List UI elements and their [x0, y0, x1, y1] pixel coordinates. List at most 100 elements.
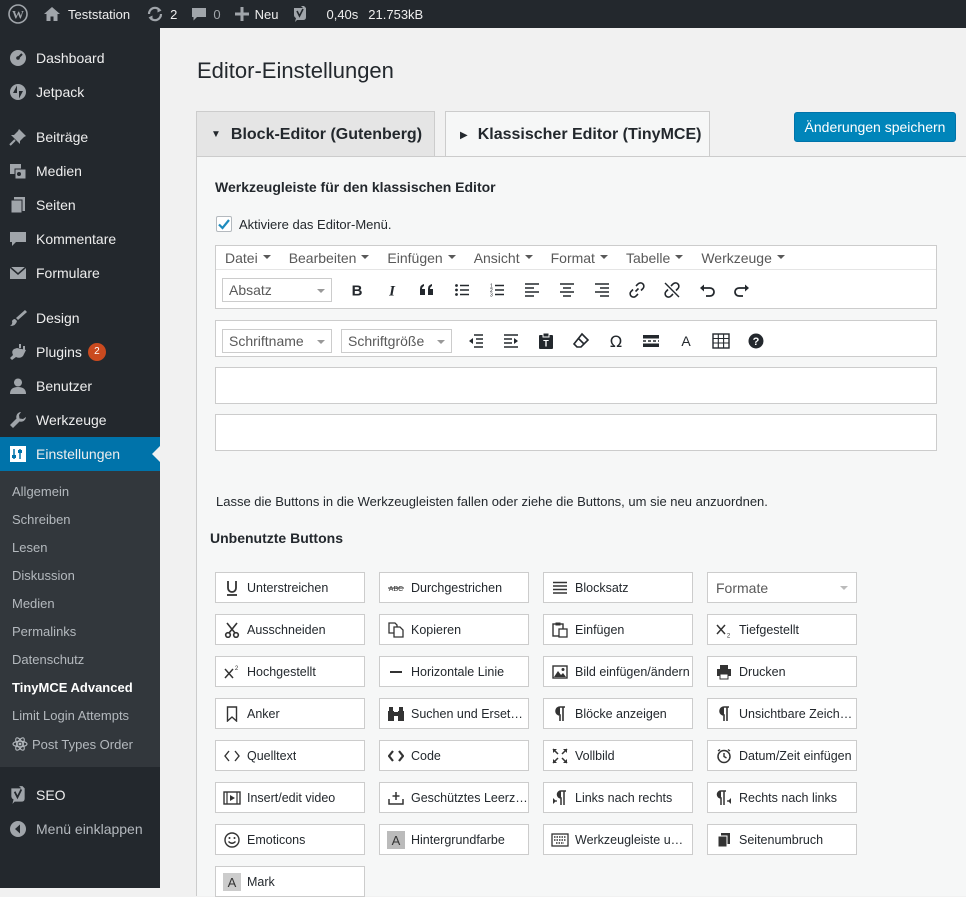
submenu-discussion[interactable]: Diskussion: [12, 568, 75, 583]
unused-button-horizontal-line[interactable]: Horizontale Linie: [379, 656, 529, 687]
unused-button-datetime[interactable]: Datum/Zeit einfügen: [707, 740, 857, 771]
unused-button-mark[interactable]: A Mark: [215, 866, 365, 897]
unused-button-search-replace[interactable]: Suchen und Ersetzen: [379, 698, 529, 729]
menu-seo[interactable]: SEO: [0, 778, 160, 812]
new-content-link[interactable]: Neu: [228, 0, 286, 28]
menu-users[interactable]: Benutzer: [0, 369, 160, 403]
bullet-list-icon[interactable]: [444, 275, 479, 305]
submenu-reading[interactable]: Lesen: [12, 540, 47, 555]
menu-format[interactable]: Format: [542, 250, 617, 266]
menu-dashboard[interactable]: Dashboard: [0, 41, 160, 75]
unused-button-anchor[interactable]: Anker: [215, 698, 365, 729]
unused-button-video[interactable]: Insert/edit video: [215, 782, 365, 813]
tab-block-editor[interactable]: ▼ Block-Editor (Gutenberg): [196, 111, 435, 157]
redo-icon[interactable]: [724, 275, 759, 305]
text-color-icon[interactable]: A: [668, 326, 703, 356]
unused-button-superscript[interactable]: 2 Hochgestellt: [215, 656, 365, 687]
menu-file[interactable]: Datei: [216, 250, 280, 266]
unused-button-subscript[interactable]: 2 Tiefgestellt: [707, 614, 857, 645]
editor-menu-checkbox-row[interactable]: Aktiviere das Editor-Menü.: [216, 216, 391, 232]
submenu-media[interactable]: Medien: [12, 596, 55, 611]
unused-button-print[interactable]: Drucken: [707, 656, 857, 687]
unused-button-bgcolor[interactable]: A Hintergrundfarbe: [379, 824, 529, 855]
submenu-writing[interactable]: Schreiben: [12, 512, 71, 527]
menu-edit[interactable]: Bearbeiten: [280, 250, 379, 266]
blockquote-icon[interactable]: [409, 275, 444, 305]
font-name-select[interactable]: Schriftname: [222, 329, 332, 353]
submenu-post-types-order[interactable]: Post Types Order: [12, 736, 133, 752]
yoast-seo-icon[interactable]: [285, 0, 315, 28]
unused-button-copy[interactable]: Kopieren: [379, 614, 529, 645]
unused-button-nbsp[interactable]: Geschütztes Leerzei...: [379, 782, 529, 813]
menu-forms[interactable]: Formulare: [0, 256, 160, 290]
unused-button-rtl[interactable]: Rechts nach links: [707, 782, 857, 813]
italic-icon[interactable]: I: [374, 275, 409, 305]
indent-icon[interactable]: [493, 326, 528, 356]
paste-text-icon[interactable]: T: [528, 326, 563, 356]
comments-link[interactable]: 0: [184, 0, 227, 28]
save-changes-button[interactable]: Änderungen speichern: [794, 112, 956, 142]
unused-button-fullscreen[interactable]: Vollbild: [543, 740, 693, 771]
help-icon[interactable]: ?: [738, 326, 773, 356]
menu-collapse[interactable]: Menü einklappen: [0, 812, 160, 846]
menu-plugins[interactable]: Plugins 2: [0, 335, 160, 369]
menu-view[interactable]: Ansicht: [465, 250, 542, 266]
unused-button-justify[interactable]: Blocksatz: [543, 572, 693, 603]
page-break-icon[interactable]: [633, 326, 668, 356]
menu-design[interactable]: Design: [0, 301, 160, 335]
editor-menu-checkbox[interactable]: [216, 216, 232, 232]
menu-tools[interactable]: Werkzeuge: [692, 250, 794, 266]
unused-button-code[interactable]: Code: [379, 740, 529, 771]
tab-classic-editor[interactable]: ▶ Klassischer Editor (TinyMCE): [445, 111, 710, 158]
menu-comments[interactable]: Kommentare: [0, 222, 160, 256]
menu-pages[interactable]: Seiten: [0, 188, 160, 222]
unused-button-formats[interactable]: Formate: [707, 572, 857, 603]
updates-link[interactable]: 2: [139, 0, 184, 28]
unused-button-toolbar-toggle[interactable]: Werkzeugleiste ums...: [543, 824, 693, 855]
special-char-icon[interactable]: Ω: [598, 326, 633, 356]
menu-posts[interactable]: Beiträge: [0, 120, 160, 154]
submenu-permalinks[interactable]: Permalinks: [12, 624, 76, 639]
menu-table[interactable]: Tabelle: [617, 250, 692, 266]
unused-button-page-break[interactable]: Seitenumbruch: [707, 824, 857, 855]
menu-jetpack[interactable]: Jetpack: [0, 75, 160, 109]
menu-settings[interactable]: Einstellungen: [0, 437, 160, 471]
align-right-icon[interactable]: [584, 275, 619, 305]
numbered-list-icon[interactable]: 123: [479, 275, 514, 305]
bold-icon[interactable]: B: [339, 275, 374, 305]
submenu-tinymce-advanced[interactable]: TinyMCE Advanced: [12, 680, 133, 695]
toolbar-2[interactable]: Schriftname Schriftgröße T Ω A ?: [215, 320, 937, 357]
unused-button-show-blocks[interactable]: Blöcke anzeigen: [543, 698, 693, 729]
align-left-icon[interactable]: [514, 275, 549, 305]
menu-insert[interactable]: Einfügen: [378, 250, 464, 266]
menu-media[interactable]: Medien: [0, 154, 160, 188]
unused-button-image[interactable]: Bild einfügen/ändern: [543, 656, 693, 687]
submenu-privacy[interactable]: Datenschutz: [12, 652, 84, 667]
outdent-icon[interactable]: [458, 326, 493, 356]
toolbar-1[interactable]: Datei Bearbeiten Einfügen Ansicht Format…: [215, 245, 937, 309]
submenu-limit-login-attempts[interactable]: Limit Login Attempts: [12, 708, 129, 723]
wordpress-logo-icon[interactable]: W: [0, 0, 36, 28]
unused-button-source-code[interactable]: Quelltext: [215, 740, 365, 771]
unused-button-paste[interactable]: Einfügen: [543, 614, 693, 645]
unused-button-cut[interactable]: Ausschneiden: [215, 614, 365, 645]
unused-button-strikethrough[interactable]: ABC Durchgestrichen: [379, 572, 529, 603]
toolbar-3-empty[interactable]: [215, 367, 937, 404]
unused-button-ltr[interactable]: Links nach rechts: [543, 782, 693, 813]
menu-tools[interactable]: Werkzeuge: [0, 403, 160, 437]
table-icon[interactable]: [703, 326, 738, 356]
submenu-general[interactable]: Allgemein: [12, 484, 69, 499]
site-name-link[interactable]: Teststation: [36, 0, 137, 28]
font-size-select[interactable]: Schriftgröße: [341, 329, 452, 353]
unused-button-invisible-chars[interactable]: Unsichtbare Zeiche...: [707, 698, 857, 729]
unused-button-underline[interactable]: Unterstreichen: [215, 572, 365, 603]
clear-format-icon[interactable]: [563, 326, 598, 356]
align-center-icon[interactable]: [549, 275, 584, 305]
unlink-icon[interactable]: [654, 275, 689, 305]
unused-button-emoticons[interactable]: Emoticons: [215, 824, 365, 855]
link-icon[interactable]: [619, 275, 654, 305]
format-select[interactable]: Absatz: [222, 278, 332, 302]
query-monitor-link[interactable]: 0,40s 21.753kB: [319, 0, 430, 28]
toolbar-4-empty[interactable]: [215, 414, 937, 451]
undo-icon[interactable]: [689, 275, 724, 305]
